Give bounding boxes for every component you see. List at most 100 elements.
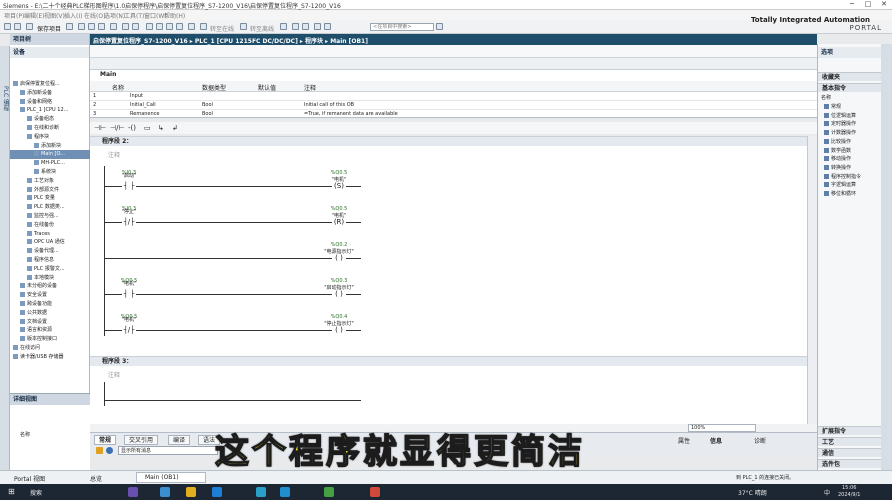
menu-options[interactable]: 选项(N) — [104, 11, 125, 20]
message-filter-select[interactable]: 显示所有消息 — [118, 446, 218, 455]
zoom-select[interactable]: 100% — [688, 424, 756, 432]
go-online-button[interactable]: 转至在线 — [210, 24, 234, 33]
instruction-folder[interactable]: 定时器操作 — [824, 120, 856, 127]
coil-symbol[interactable]: (R) — [332, 219, 346, 226]
nc-contact-icon[interactable]: ⊣/⊢ — [110, 124, 125, 132]
communication-section[interactable]: 通信 — [818, 448, 882, 457]
new-project-icon[interactable] — [4, 23, 11, 30]
close-branch-icon[interactable]: ↲ — [172, 124, 178, 132]
warning-icon[interactable] — [96, 447, 103, 454]
store-icon[interactable] — [212, 487, 222, 497]
cut-icon[interactable] — [78, 23, 85, 30]
tree-item[interactable]: 未分组的设备 — [10, 282, 90, 291]
editor-scrollbar[interactable] — [807, 136, 817, 424]
tree-item[interactable]: Traces — [10, 230, 90, 239]
tab-info[interactable]: 信息 — [710, 436, 722, 445]
edge-icon[interactable] — [160, 487, 170, 497]
split-vertical-icon[interactable] — [302, 23, 309, 30]
tree-item[interactable]: 在线备份 — [10, 221, 90, 230]
tree-item[interactable]: PLC_1 [CPU 12... — [10, 106, 90, 115]
network-2-comment[interactable]: 注释 — [108, 150, 120, 159]
tab-compile[interactable]: 编译 — [168, 435, 191, 445]
tree-item[interactable]: 添加新设备 — [10, 89, 90, 98]
tree-item[interactable]: 在线访问 — [10, 344, 90, 353]
tree-item[interactable]: 添加新块 — [10, 142, 90, 151]
instruction-folder[interactable]: 转换操作 — [824, 164, 851, 171]
tree-item[interactable]: 启保停置复位程... — [10, 80, 90, 89]
instruction-folder[interactable]: 数学函数 — [824, 147, 851, 154]
tab-properties[interactable]: 属性 — [678, 436, 690, 445]
contact-tag[interactable]: "停止" — [109, 208, 149, 215]
tree-item[interactable]: 外部源文件 — [10, 186, 90, 195]
empty-box-icon[interactable]: ▭ — [144, 124, 151, 132]
recorder-icon[interactable] — [370, 487, 380, 497]
window-icon[interactable] — [314, 23, 321, 30]
contact-tag[interactable]: "电机" — [109, 280, 149, 287]
upload-icon[interactable] — [166, 23, 173, 30]
close-editor-icon[interactable] — [324, 23, 331, 30]
plc-programming-tab[interactable]: PLC 编程 — [1, 86, 10, 111]
tree-item[interactable]: 设备和网络 — [10, 98, 90, 107]
tree-item[interactable]: 安全设置 — [10, 291, 90, 300]
extended-instructions-section[interactable]: 扩展指令 — [818, 426, 882, 435]
overview-button[interactable]: 总览 — [90, 474, 102, 483]
explorer-icon[interactable] — [186, 487, 196, 497]
go-offline-button[interactable]: 转至离线 — [250, 24, 274, 33]
interface-row[interactable]: 2 Initial_Call Bool Initial call of this OB — [90, 101, 817, 110]
tree-item[interactable]: 读卡器/USB 存储器 — [10, 353, 90, 362]
instruction-folder[interactable]: 常规 — [824, 103, 841, 110]
project-search-input[interactable] — [370, 23, 434, 31]
network-3-header[interactable]: 程序段 3： — [90, 356, 807, 366]
tree-item[interactable]: 工艺对象 — [10, 177, 90, 186]
menu-view[interactable]: 视图(V) — [44, 11, 65, 20]
ladder-network-area[interactable]: 程序段 2： 注释 %I0.3 "启动" ┤ ├ %Q0.5 "电机" (S) %I0.3 "… — [90, 136, 807, 424]
tree-item[interactable]: 跨设备功能 — [10, 300, 90, 309]
no-contact-icon[interactable]: ⊣⊢ — [94, 124, 106, 132]
instruction-folder[interactable]: 字逻辑运算 — [824, 181, 856, 188]
instruction-folder[interactable]: 程序控制指令 — [824, 173, 861, 180]
menu-project[interactable]: 项目(P) — [4, 11, 24, 20]
info-icon[interactable] — [106, 447, 113, 454]
tree-item[interactable]: 版本控制接口 — [10, 335, 90, 344]
delete-icon[interactable] — [110, 23, 117, 30]
tree-item[interactable]: PLC 报警文... — [10, 265, 90, 274]
save-icon[interactable] — [26, 23, 33, 30]
technology-section[interactable]: 工艺 — [818, 437, 882, 446]
tree-item[interactable]: 系统块 — [10, 168, 90, 177]
portal-view-button[interactable]: Portal 视图 — [14, 474, 45, 483]
undo-icon[interactable] — [122, 23, 129, 30]
open-project-icon[interactable] — [14, 23, 21, 30]
close-icon[interactable]: ✕ — [876, 0, 892, 10]
tree-item[interactable]: 文档设置 — [10, 318, 90, 327]
menu-online[interactable]: 在线(O) — [84, 11, 105, 20]
tree-item[interactable]: PLC 变量 — [10, 194, 90, 203]
contact-symbol[interactable]: ┤ ├ — [122, 291, 136, 298]
contact-symbol[interactable]: ┤/├ — [122, 327, 136, 334]
go-online-icon[interactable] — [200, 23, 207, 30]
tree-item[interactable]: 语言和资源 — [10, 326, 90, 335]
details-view-header[interactable]: 详细视图 — [10, 394, 90, 405]
interface-row[interactable]: 1 Input — [90, 92, 817, 101]
instruction-folder[interactable]: 比较操作 — [824, 138, 851, 145]
main-ob1-tab[interactable]: Main (OB1) — [136, 472, 206, 483]
instruction-folder[interactable]: 移位和循环 — [824, 190, 856, 197]
simulation-icon[interactable] — [176, 23, 183, 30]
download-icon[interactable] — [156, 23, 163, 30]
menu-tools[interactable]: 工具(T) — [124, 11, 144, 20]
optional-packages-section[interactable]: 选件包 — [818, 459, 882, 468]
menu-insert[interactable]: 插入(I) — [64, 11, 82, 20]
search-icon[interactable] — [436, 23, 443, 30]
tree-item[interactable]: OPC UA 通信 — [10, 238, 90, 247]
input-language[interactable]: 中 — [824, 488, 830, 497]
app-icon[interactable] — [324, 487, 334, 497]
tree-item[interactable]: 监控与强... — [10, 212, 90, 221]
tree-item[interactable]: 设备组态 — [10, 115, 90, 124]
tree-item[interactable]: 在线和诊断 — [10, 124, 90, 133]
tree-item[interactable]: PLC 数据类... — [10, 203, 90, 212]
redo-icon[interactable] — [132, 23, 139, 30]
split-horizontal-icon[interactable] — [292, 23, 299, 30]
devices-tab[interactable]: 设备 — [10, 47, 89, 58]
menu-edit[interactable]: 编辑(E) — [24, 11, 44, 20]
coil-symbol[interactable]: (S) — [332, 183, 346, 190]
contact-tag[interactable]: "电机" — [109, 316, 149, 323]
